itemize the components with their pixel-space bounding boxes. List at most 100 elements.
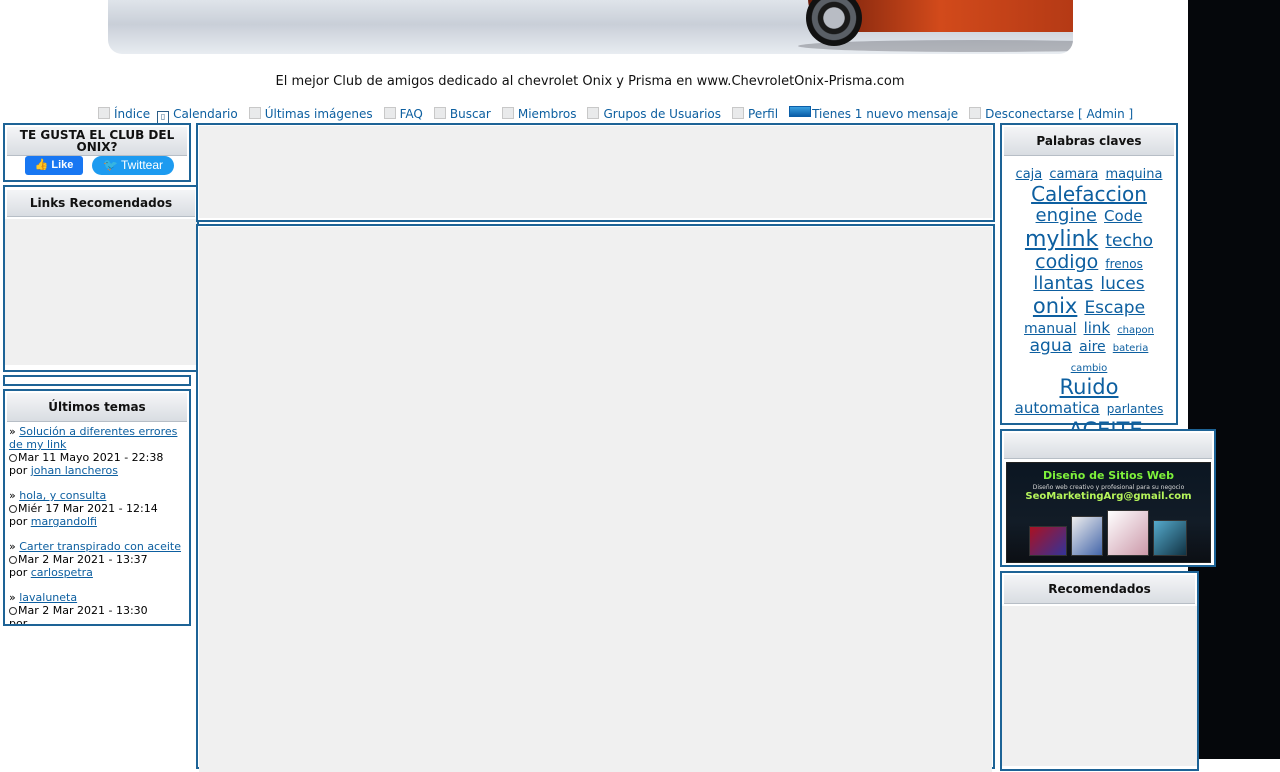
tag-link[interactable]: parlantes: [1107, 402, 1164, 417]
nav-mensajes[interactable]: Tienes 1 nuevo mensaje: [789, 106, 958, 121]
top-content-box: [196, 123, 995, 222]
topic-date: Mar 11 Mayo 2021 - 22:38: [18, 451, 164, 464]
clock-icon: [9, 454, 17, 462]
links-recomendados-title: Links Recomendados: [7, 190, 195, 217]
tag-link[interactable]: Code: [1104, 207, 1142, 225]
nav-calendario-label: Calendario: [173, 107, 238, 121]
twitter-bird-icon: 🐦: [102, 158, 122, 172]
tag-link[interactable]: llantas: [1033, 273, 1093, 294]
nav-desconectarse[interactable]: Desconectarse [ Admin ]: [969, 107, 1133, 121]
palabras-claves-box: Palabras claves caja camara maquina Cale…: [1000, 123, 1178, 442]
topic-item: » Carter transpirado con aceite Mar 2 Ma…: [9, 540, 182, 579]
tag-line: llantas luces: [1008, 273, 1170, 295]
ad-screen-image: [1107, 510, 1149, 556]
tag-link[interactable]: techo: [1105, 231, 1153, 251]
main-navigation: Índice ▯ Calendario Últimas imágenes FAQ Busc…: [98, 106, 1144, 124]
tag-link[interactable]: Ruido: [1060, 375, 1119, 399]
web-design-ad-image[interactable]: Diseño de Sitios Web Diseño web creativo…: [1006, 462, 1211, 563]
ultimos-temas-box: Últimos temas » Solución a diferentes er…: [3, 389, 191, 626]
header-banner: [108, 0, 1073, 54]
topic-link[interactable]: hola, y consulta: [19, 489, 106, 502]
nav-perfil[interactable]: Perfil: [732, 107, 778, 121]
tag-link[interactable]: codigo: [1035, 251, 1098, 273]
tag-link[interactable]: agua: [1030, 336, 1072, 357]
tag-link[interactable]: Escape: [1084, 298, 1145, 319]
nav-perfil-label: Perfil: [748, 107, 779, 121]
tag-line: onix Escape: [1008, 294, 1170, 319]
links-recomendados-box: Links Recomendados: [3, 185, 199, 372]
nav-faq[interactable]: FAQ: [383, 107, 423, 121]
topic-by: por: [9, 464, 28, 477]
tag-link[interactable]: engine: [1036, 205, 1097, 226]
ad-subline: Diseño web creativo y profesional para s…: [1032, 484, 1185, 491]
nav-buscar-label: Buscar: [449, 107, 491, 121]
nav-indice[interactable]: Índice: [98, 107, 150, 121]
nav-grupos-label: Grupos de Usuarios: [603, 107, 722, 121]
tag-link[interactable]: onix: [1033, 294, 1077, 318]
nav-miembros[interactable]: Miembros: [501, 107, 577, 121]
page-side-background: [1188, 0, 1280, 759]
tag-link[interactable]: chapon: [1117, 325, 1154, 336]
tag-link[interactable]: luces: [1100, 274, 1144, 294]
members-icon: [501, 107, 514, 119]
facebook-like-button[interactable]: 👍 Like: [25, 156, 83, 175]
topic-author[interactable]: carlospetra: [31, 566, 93, 579]
nav-ultimas-imagenes[interactable]: Últimas imágenes: [248, 107, 373, 121]
topic-by: por: [9, 617, 28, 626]
topic-author[interactable]: johan lancheros: [31, 464, 118, 477]
tag-cloud: caja camara maquina Calefaccion engine C…: [1002, 158, 1176, 442]
tag-line: engine Code: [1008, 205, 1170, 227]
topic-link[interactable]: Carter transpirado con aceite: [19, 540, 181, 553]
tag-link[interactable]: link: [1084, 319, 1111, 337]
profile-icon: [732, 107, 745, 119]
index-icon: [98, 107, 110, 119]
nav-calendario[interactable]: ▯ Calendario: [157, 107, 238, 124]
tag-link[interactable]: frenos: [1105, 257, 1142, 271]
tag-link[interactable]: mylink: [1025, 227, 1098, 252]
topic-author[interactable]: margandolfi: [31, 515, 97, 528]
ultimos-temas-list: » Solución a diferentes errores de my li…: [9, 425, 185, 626]
tag-link[interactable]: cambio: [1071, 363, 1108, 374]
club-like-box: TE GUSTA EL CLUB DEL ONIX? 👍 Like 🐦 Twit…: [3, 123, 191, 182]
tag-link[interactable]: camara: [1049, 167, 1098, 182]
palabras-claves-title: Palabras claves: [1004, 127, 1174, 156]
recomendados-content: [1002, 606, 1197, 766]
club-like-title: TE GUSTA EL CLUB DEL ONIX?: [7, 127, 187, 156]
ad-screen-image: [1029, 526, 1067, 556]
ad-box: Diseño de Sitios Web Diseño web creativo…: [1000, 429, 1216, 567]
clock-icon: [9, 505, 17, 513]
tag-link[interactable]: automatica: [1015, 399, 1100, 417]
topic-link[interactable]: lavaluneta: [19, 591, 77, 604]
topic-item: » hola, y consulta Miér 17 Mar 2021 - 12…: [9, 489, 158, 528]
clock-icon: [9, 607, 17, 615]
nav-grupos[interactable]: Grupos de Usuarios: [587, 107, 721, 121]
ad-email: SeoMarketingArg@gmail.com: [1025, 491, 1192, 502]
images-icon: [248, 107, 261, 119]
tag-link[interactable]: maquina: [1106, 167, 1163, 182]
empty-box: [3, 375, 191, 386]
topic-link[interactable]: Solución a diferentes errores de my link: [9, 425, 177, 451]
tag-link[interactable]: bateria: [1113, 343, 1149, 354]
topic-date: Mar 2 Mar 2021 - 13:37: [18, 553, 148, 566]
topic-by: por: [9, 566, 28, 579]
topic-date: Mar 2 Mar 2021 - 13:30: [18, 604, 148, 617]
nav-mensajes-label: Tienes 1 nuevo mensaje: [812, 107, 959, 121]
nav-miembros-label: Miembros: [517, 107, 577, 121]
clock-icon: [9, 556, 17, 564]
tag-link[interactable]: manual: [1024, 321, 1076, 337]
recomendados-box: Recomendados: [1000, 571, 1199, 771]
nav-faq-label: FAQ: [399, 107, 423, 121]
main-content-box: [196, 224, 995, 772]
nav-indice-label: Índice: [114, 107, 151, 121]
faq-icon: [383, 107, 396, 119]
search-icon: [433, 107, 446, 119]
tag-link[interactable]: Calefaccion: [1031, 182, 1147, 206]
nav-buscar[interactable]: Buscar: [433, 107, 491, 121]
ad-headline: Diseño de Sitios Web: [1042, 469, 1175, 482]
topic-item: » Solución a diferentes errores de my li…: [9, 425, 178, 477]
logout-icon: [969, 107, 982, 119]
tag-line: caja camara maquina: [1008, 164, 1170, 183]
tag-link[interactable]: aire: [1079, 339, 1106, 355]
tag-link[interactable]: caja: [1016, 167, 1043, 182]
twitter-tweet-button[interactable]: 🐦 Twittear: [92, 156, 174, 175]
